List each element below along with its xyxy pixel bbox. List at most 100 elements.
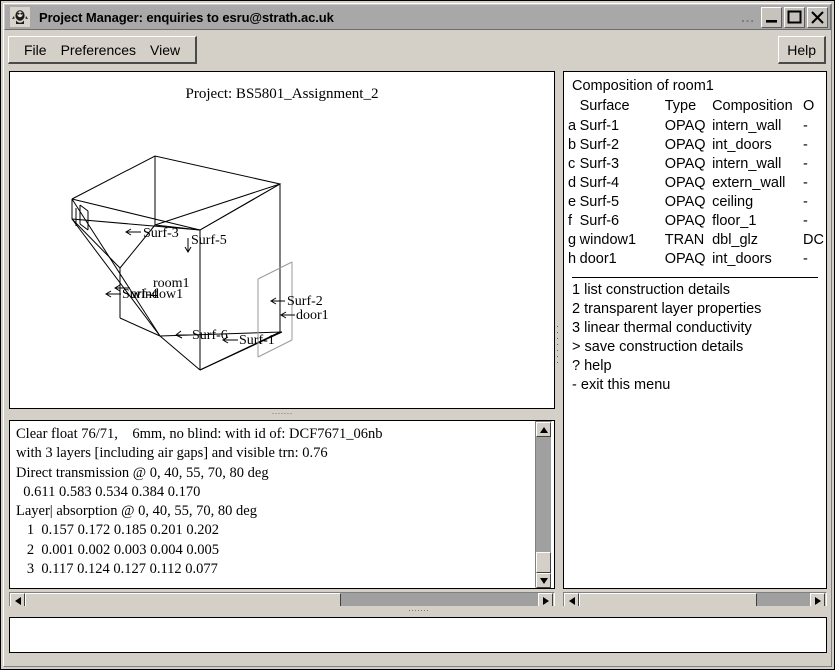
option-label: exit this menu (580, 377, 671, 393)
surface-label-surf-1: Surf-1 (239, 333, 275, 348)
row-optical: - (803, 194, 808, 210)
menu-option-exit-this-menu[interactable]: - exit this menu (569, 376, 824, 395)
option-key: - (572, 377, 577, 393)
surface-label-surf-3: Surf-3 (143, 226, 179, 241)
title-bar: Project Manager: enquiries to esru@strat… (4, 4, 831, 30)
row-optical: - (803, 156, 808, 172)
row-composition: intern_wall (712, 156, 782, 172)
row-type: OPAQ (664, 156, 706, 172)
composition-table-header: Surface Type Composition O (566, 96, 824, 117)
sash-grip-dots-bottom: ······· (408, 605, 429, 615)
arrow-left-icon (14, 596, 21, 605)
menu-item-view[interactable]: View (143, 38, 187, 62)
menu-item-file[interactable]: File (17, 38, 54, 62)
scroll-thumb-vertical[interactable] (536, 552, 551, 573)
surface-label-window1: window1 (131, 287, 183, 302)
composition-title: Composition of room1 (572, 78, 714, 94)
surface-label-surf-2: Surf-2 (287, 294, 323, 309)
row-surface: Surf-4 (579, 175, 620, 191)
geometry-wireframe: Project: BS5801_Assignment_2 Surf-3 Surf… (71, 86, 378, 371)
sash-grip-dot: · (556, 357, 559, 367)
row-composition: intern_wall (712, 118, 782, 134)
arrow-left-icon (568, 596, 575, 605)
option-label: list construction details (584, 282, 730, 298)
maximize-button[interactable] (784, 6, 805, 28)
table-row[interactable]: h door1 OPAQ int_doors - (566, 250, 824, 269)
surface-label-door1: door1 (296, 308, 329, 323)
menu-bar: File Preferences View Help (8, 36, 826, 66)
option-label: linear thermal conductivity (584, 320, 752, 336)
status-text (10, 618, 826, 630)
row-surface: Surf-3 (579, 156, 620, 172)
row-key: d (568, 175, 577, 191)
table-row[interactable]: g window1 TRAN dbl_glz DC (566, 231, 824, 250)
row-key: h (568, 251, 577, 267)
minimize-button[interactable] (761, 6, 782, 28)
row-composition: floor_1 (712, 213, 757, 229)
menu-option-help[interactable]: ? help (569, 357, 824, 376)
text-vertical-scrollbar[interactable] (535, 421, 552, 588)
menu-item-preferences[interactable]: Preferences (54, 38, 143, 62)
close-button[interactable] (807, 6, 828, 28)
row-surface: Surf-6 (579, 213, 620, 229)
surface-label-surf-6: Surf-6 (192, 328, 228, 343)
row-surface: Surf-5 (579, 194, 620, 210)
scroll-track-upper[interactable] (536, 437, 551, 552)
row-surface: Surf-1 (579, 118, 620, 134)
row-surface: window1 (579, 232, 637, 248)
row-type: TRAN (664, 232, 705, 248)
option-label: save construction details (584, 339, 744, 355)
sash-divider-right[interactable]: · · · · · · · (554, 322, 561, 367)
header-optical: O (803, 97, 815, 114)
row-composition: dbl_glz (712, 232, 759, 248)
row-type: OPAQ (664, 213, 706, 229)
table-row[interactable]: e Surf-5 OPAQ ceiling - (566, 193, 824, 212)
arrow-up-icon (539, 426, 548, 433)
text-output-panel[interactable]: Clear float 76/71, 6mm, no blind: with i… (9, 420, 555, 589)
row-type: OPAQ (664, 194, 706, 210)
header-key (566, 96, 580, 117)
header-surface: Surface (579, 97, 630, 114)
sash-grip-dots: ······· (271, 408, 293, 418)
row-key: c (568, 156, 576, 172)
surface-label-surf-5: Surf-5 (191, 233, 227, 248)
row-surface: Surf-2 (579, 137, 620, 153)
row-key: a (568, 118, 577, 134)
table-row[interactable]: a Surf-1 OPAQ intern_wall - (566, 117, 824, 136)
arrow-right-icon (814, 596, 821, 605)
row-composition: extern_wall (712, 175, 786, 191)
table-row[interactable]: c Surf-3 OPAQ intern_wall - (566, 155, 824, 174)
row-surface: door1 (579, 251, 617, 267)
option-key: 1 (572, 282, 581, 298)
row-type: OPAQ (664, 251, 706, 267)
sash-divider-bottom[interactable]: ······· (7, 606, 830, 617)
table-row[interactable]: d Surf-4 OPAQ extern_wall - (566, 174, 824, 193)
scroll-up-button[interactable] (536, 422, 551, 437)
help-button[interactable]: Help (778, 36, 826, 64)
row-composition: int_doors (712, 251, 772, 267)
geometry-view-panel[interactable]: Project: BS5801_Assignment_2 Surf-3 Surf… (9, 71, 555, 409)
row-optical: - (803, 118, 808, 134)
scroll-down-button[interactable] (536, 573, 551, 588)
row-type: OPAQ (664, 175, 706, 191)
menu-option-linear-thermal-conductivity[interactable]: 3 linear thermal conductivity (569, 319, 824, 338)
sash-divider-upper[interactable]: ······· (9, 409, 555, 419)
table-row[interactable]: b Surf-2 OPAQ int_doors - (566, 136, 824, 155)
row-optical: DC (803, 232, 824, 248)
composition-panel[interactable]: Composition of room1 Surface Type Compos… (563, 71, 827, 589)
table-row[interactable]: f Surf-6 OPAQ floor_1 - (566, 212, 824, 231)
menu-option-list-construction-details[interactable]: 1 list construction details (569, 281, 824, 300)
menu-option-save-construction-details[interactable]: > save construction details (569, 338, 824, 357)
option-key: 2 (572, 301, 581, 317)
menu-option-transparent-layer-properties[interactable]: 2 transparent layer properties (569, 300, 824, 319)
row-key: g (568, 232, 577, 248)
window-title: Project Manager: enquiries to esru@strat… (39, 9, 334, 25)
option-key: > (572, 339, 581, 355)
option-key: 3 (572, 320, 581, 336)
status-panel[interactable] (9, 617, 827, 653)
row-optical: - (803, 175, 808, 191)
row-key: f (568, 213, 573, 229)
composition-table: Surface Type Composition O a Surf-1 OPAQ… (566, 96, 824, 269)
menu-group-main: File Preferences View (8, 36, 198, 64)
command-menu: 1 list construction details 2 transparen… (566, 281, 824, 395)
